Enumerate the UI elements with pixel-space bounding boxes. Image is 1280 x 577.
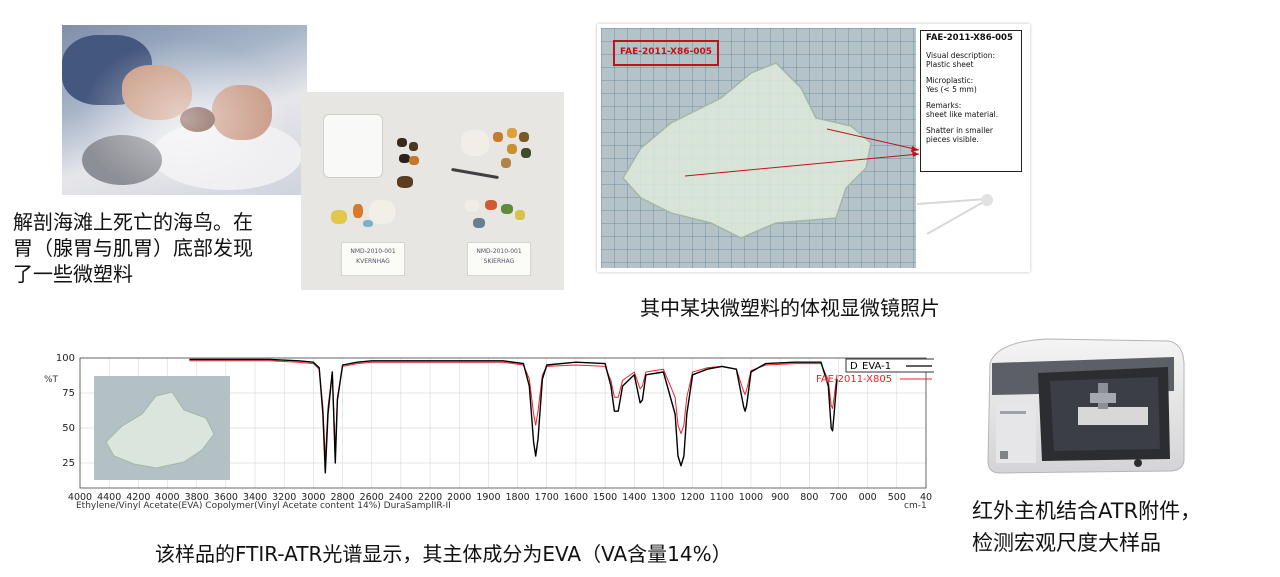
caption-line: 解剖海滩上死亡的海鸟。在 <box>13 210 253 234</box>
stomach-contents-photo: NMD-2010-001 KVERNHAG NMD-2010-001 SKIER… <box>301 92 564 290</box>
plastic-fragment <box>461 130 489 156</box>
pebble-fragment <box>409 142 418 151</box>
description-line: Plastic sheet <box>926 60 974 69</box>
x-tick-label: 800 <box>800 492 818 503</box>
caption-line: 检测宏观尺度大样品 <box>972 531 1161 555</box>
card-line: NMD-2010-001 <box>350 248 396 255</box>
pebble-fragment <box>507 128 517 138</box>
thread-fragment <box>451 167 499 180</box>
caption-line: 了一些微塑料 <box>13 262 133 286</box>
instrument-caption: 红外主机结合ATR附件， 检测宏观尺度大样品 <box>972 495 1201 559</box>
annotation-arrow <box>826 128 920 151</box>
legend-marker: D <box>850 361 858 372</box>
description-line: Shatter in smaller <box>926 126 993 135</box>
description-line: Visual description: <box>926 51 996 60</box>
description-block: Microplastic: Yes (< 5 mm) <box>926 76 1016 94</box>
x-tick-label: 900 <box>771 492 789 503</box>
description-line: Yes (< 5 mm) <box>926 85 977 94</box>
plastic-fragment <box>501 204 513 214</box>
x-tick-label: 1100 <box>710 492 734 503</box>
x-tick-label: 700 <box>829 492 847 503</box>
description-block: Shatter in smaller pieces visible. <box>926 126 1016 144</box>
x-tick-label: 000 <box>859 492 877 503</box>
pebble-fragment <box>409 156 419 165</box>
dissection-caption: 解剖海滩上死亡的海鸟。在 胃（腺胃与肌胃）底部发现 了一些微塑料 <box>13 209 253 287</box>
y-tick-label: 25 <box>62 458 75 469</box>
card-line: NMD-2010-001 <box>476 248 522 255</box>
x-tick-label: 1300 <box>651 492 675 503</box>
pebble-fragment <box>397 176 413 188</box>
y-tick-label: 100 <box>56 353 75 364</box>
description-block: Remarks: sheet like material. <box>926 101 1016 119</box>
pebble-fragment <box>501 158 511 168</box>
x-tick-label: 1000 <box>739 492 763 503</box>
plastic-bag-fragment <box>323 114 383 178</box>
plastic-fragment <box>473 218 485 228</box>
chart-footer-text: Ethylene/Vinyl Acetate(EVA) Copolymer(Vi… <box>76 501 451 511</box>
plastic-fragment <box>465 200 479 212</box>
arrow-head <box>911 146 919 152</box>
plastic-fragment <box>331 210 347 224</box>
x-tick-label: 1500 <box>593 492 617 503</box>
description-line: Microplastic: <box>926 76 974 85</box>
sample-label-card: NMD-2010-001 SKIERHAG <box>467 242 531 276</box>
seabird-dissection-photo <box>62 25 307 195</box>
legend-label-eva: EVA-1 <box>862 361 891 372</box>
x-tick-label: 1600 <box>564 492 588 503</box>
plastic-fragment <box>515 210 525 220</box>
ftir-instrument-photo <box>987 338 1185 474</box>
legend-label-sample: FAE-2011-X805 <box>816 374 892 385</box>
decor-line <box>916 198 988 205</box>
description-line: sheet like material. <box>926 110 999 119</box>
x-tick-label: 1900 <box>476 492 500 503</box>
y-tick-label: 50 <box>62 423 75 434</box>
decor-line <box>926 199 988 235</box>
arrow-head <box>912 151 919 157</box>
x-tick-label: 1800 <box>505 492 529 503</box>
annotation-arrow <box>684 153 920 177</box>
ftir-spectrum-chart: 100755025 4000 4400 4200 4000 3800 3600 3400 32… <box>34 346 934 520</box>
plastic-fragment <box>369 200 395 224</box>
spectrum-caption: 该样品的FTIR-ATR光谱显示，其主体成分为EVA（VA含量14%） <box>155 542 732 566</box>
x-unit-label: cm-1 <box>904 501 927 511</box>
plastic-fragment <box>363 220 373 227</box>
microscope-caption: 其中某块微塑料的体视显微镜照片 <box>640 296 940 320</box>
caption-line: 胃（腺胃与肌胃）底部发现 <box>13 236 253 260</box>
description-title: FAE-2011-X86-005 <box>926 33 1013 43</box>
plastic-fragment <box>353 204 363 218</box>
description-block: Visual description: Plastic sheet <box>926 51 1016 69</box>
pebble-fragment <box>493 132 503 142</box>
x-tick-label: 1700 <box>535 492 559 503</box>
x-tick-label: 1400 <box>622 492 646 503</box>
card-line: SKIERHAG <box>483 258 515 265</box>
description-line: pieces visible. <box>926 135 979 144</box>
stereo-microscope-photo: FAE-2011-X86-005 FAE-2011-X86-005 Visual… <box>597 24 1030 272</box>
plastic-fragment <box>485 200 497 210</box>
y-axis-label: %T <box>44 375 59 385</box>
x-tick-label: 1200 <box>681 492 705 503</box>
pebble-fragment <box>521 148 531 158</box>
decor-node <box>981 194 993 206</box>
sample-label-card: NMD-2010-001 KVERNHAG <box>341 242 405 276</box>
sample-description-box: FAE-2011-X86-005 Visual description: Plas… <box>920 30 1022 172</box>
pebble-fragment <box>519 132 529 142</box>
photo-vignette <box>62 25 307 195</box>
card-line: KVERNHAG <box>356 258 390 265</box>
description-line: Remarks: <box>926 101 962 110</box>
pebble-fragment <box>397 138 407 147</box>
inset-sample-photo <box>94 376 230 480</box>
caption-line: 红外主机结合ATR附件， <box>972 499 1202 523</box>
pebble-fragment <box>507 144 517 154</box>
y-tick-label: 75 <box>62 388 75 399</box>
